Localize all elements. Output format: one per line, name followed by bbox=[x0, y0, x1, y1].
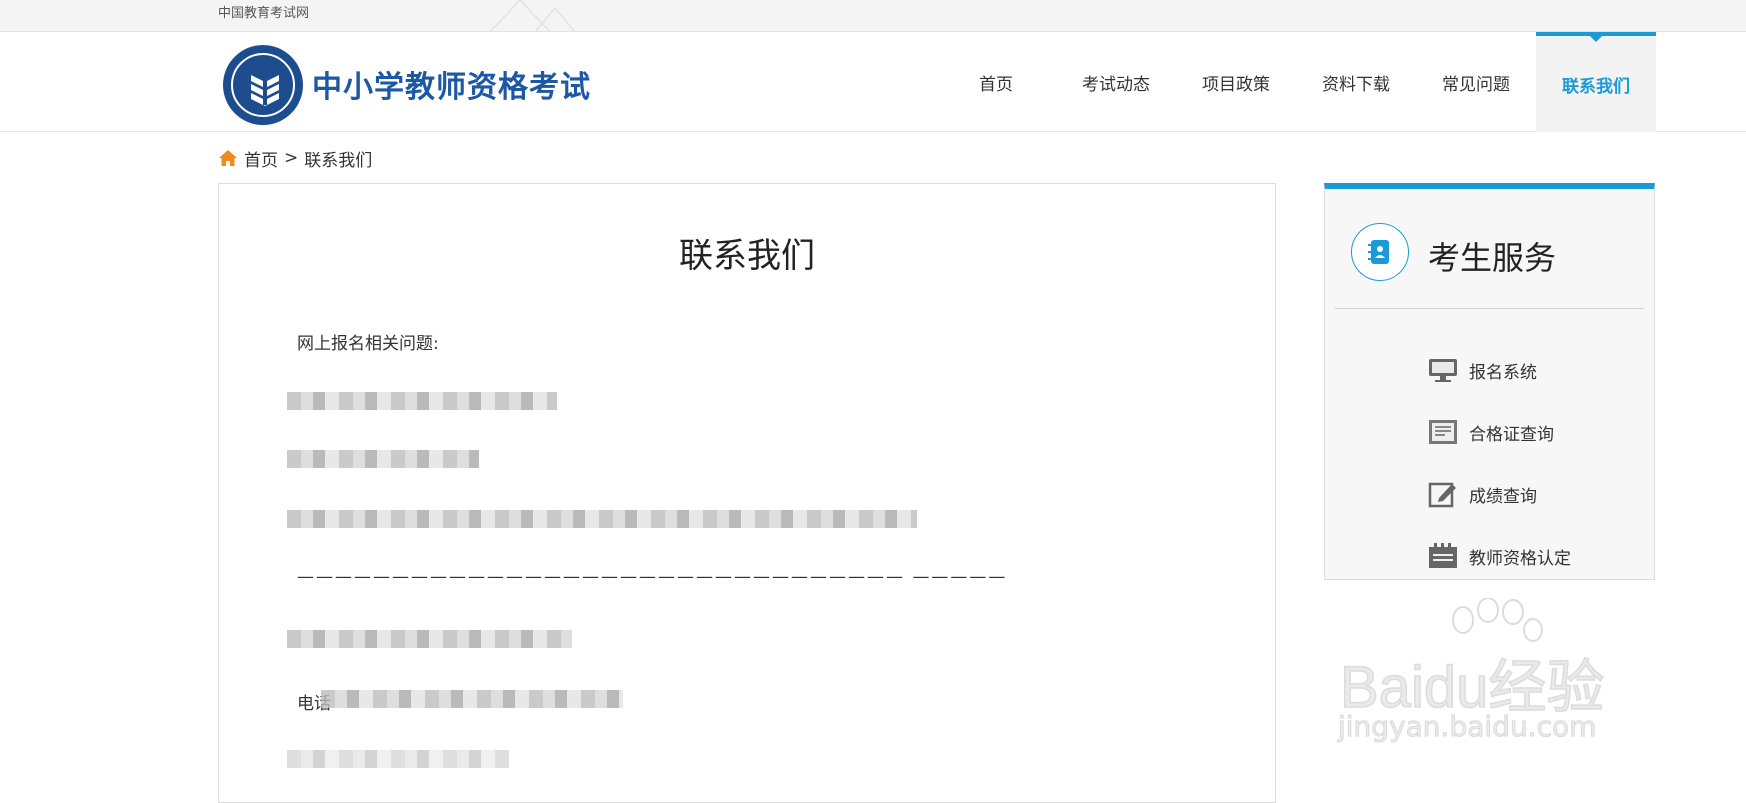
contacts-book-icon bbox=[1351, 223, 1409, 281]
breadcrumb-separator: > bbox=[284, 148, 299, 168]
nav-label: 项目政策 bbox=[1202, 74, 1270, 95]
blurred-text bbox=[287, 510, 917, 528]
service-score-query[interactable]: 成绩查询 bbox=[1427, 463, 1571, 525]
divider-dashes: ———————————————————————————————— ————— bbox=[297, 567, 1008, 587]
book-icon bbox=[251, 69, 279, 106]
sidebar-divider bbox=[1335, 308, 1644, 309]
blurred-text bbox=[287, 392, 557, 410]
nav-label: 首页 bbox=[979, 74, 1013, 95]
header: 中小学教师资格考试 首页 考试动态 项目政策 资料下载 常见问题 联系我们 bbox=[0, 32, 1746, 132]
nav-policy[interactable]: 项目政策 bbox=[1176, 32, 1296, 132]
monitor-icon bbox=[1429, 359, 1457, 382]
sidebar-title: 考生服务 bbox=[1428, 239, 1557, 277]
blurred-text bbox=[287, 750, 509, 768]
logo-emblem[interactable] bbox=[223, 45, 303, 125]
decorative-shape bbox=[489, 0, 576, 32]
logo-emblem-inner bbox=[231, 53, 295, 117]
active-caret-icon bbox=[1589, 35, 1603, 42]
service-registration-system[interactable]: 报名系统 bbox=[1427, 339, 1571, 401]
calendar-icon bbox=[1429, 543, 1457, 568]
site-name-link[interactable]: 中国教育考试网 bbox=[218, 2, 309, 21]
nav-faq[interactable]: 常见问题 bbox=[1416, 32, 1536, 132]
watermark-url: jingyan.baidu.com bbox=[1337, 710, 1597, 744]
service-label: 报名系统 bbox=[1469, 362, 1537, 383]
service-label: 合格证查询 bbox=[1469, 424, 1554, 445]
home-icon bbox=[219, 150, 237, 166]
nav-downloads[interactable]: 资料下载 bbox=[1296, 32, 1416, 132]
sidebar-header: 考生服务 bbox=[1325, 189, 1654, 315]
service-teacher-certification[interactable]: 教师资格认定 bbox=[1427, 525, 1571, 587]
baidu-watermark: Baidu经验 jingyan.baidu.com bbox=[1337, 598, 1656, 748]
nav-label: 常见问题 bbox=[1442, 74, 1510, 95]
blurred-text bbox=[287, 630, 572, 648]
service-label: 教师资格认定 bbox=[1469, 548, 1571, 569]
article-panel: 联系我们 网上报名相关问题: —————————————————————————… bbox=[218, 183, 1276, 803]
nav-label: 联系我们 bbox=[1562, 76, 1630, 97]
nav-label: 考试动态 bbox=[1082, 74, 1150, 95]
main-nav: 首页 考试动态 项目政策 资料下载 常见问题 联系我们 bbox=[936, 32, 1656, 132]
nav-label: 资料下载 bbox=[1322, 74, 1390, 95]
breadcrumb-current: 联系我们 bbox=[304, 150, 373, 171]
article-title: 联系我们 bbox=[679, 236, 815, 276]
nav-exam-news[interactable]: 考试动态 bbox=[1056, 32, 1176, 132]
nav-contact-us[interactable]: 联系我们 bbox=[1536, 32, 1656, 132]
service-list: 报名系统 合格证查询 成绩查询 教师资格认定 bbox=[1427, 339, 1571, 587]
top-bar: 中国教育考试网 bbox=[0, 0, 1746, 32]
certificate-icon bbox=[1429, 420, 1457, 444]
student-services-panel: 考生服务 报名系统 合格证查询 成绩查询 教师资格认定 bbox=[1324, 183, 1655, 580]
breadcrumb-home-link[interactable]: 首页 bbox=[244, 146, 278, 171]
blurred-text bbox=[321, 690, 623, 708]
address-book-icon bbox=[1368, 240, 1389, 264]
edit-icon bbox=[1428, 482, 1456, 508]
breadcrumb: 首页 > 联系我们 bbox=[218, 146, 373, 171]
nav-home[interactable]: 首页 bbox=[936, 32, 1056, 132]
section-label: 网上报名相关问题: bbox=[297, 334, 439, 354]
logo-title[interactable]: 中小学教师资格考试 bbox=[312, 62, 591, 106]
blurred-text bbox=[287, 450, 479, 468]
service-certificate-query[interactable]: 合格证查询 bbox=[1427, 401, 1571, 463]
service-label: 成绩查询 bbox=[1469, 486, 1537, 507]
